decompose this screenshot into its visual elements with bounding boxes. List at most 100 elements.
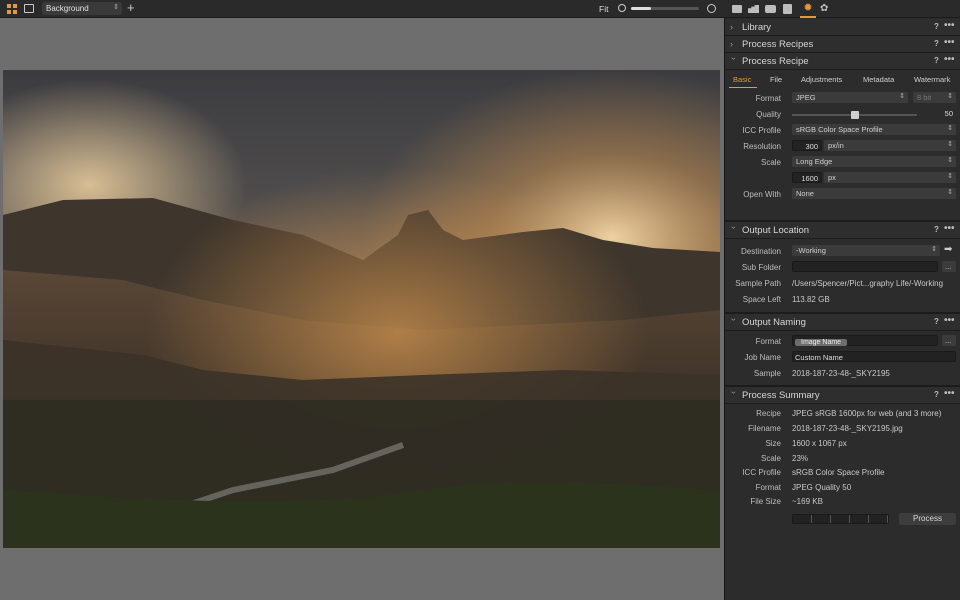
quality-value-field[interactable]: 50: [927, 108, 956, 119]
chevron-updown-icon: ⇕: [947, 93, 953, 100]
icc-profile-label: ICC Profile: [742, 126, 781, 135]
resolution-unit-select[interactable]: px/in ⇕: [824, 140, 956, 151]
more-icon[interactable]: •••: [944, 20, 955, 31]
chevron-down-icon[interactable]: ›: [729, 226, 739, 234]
quality-slider-knob[interactable]: [850, 111, 859, 119]
tab-file[interactable]: File: [770, 75, 782, 84]
checklist-icon[interactable]: [783, 4, 792, 14]
gear-icon[interactable]: ✹: [800, 2, 816, 18]
chevron-down-icon[interactable]: ›: [729, 391, 739, 399]
help-icon[interactable]: ?: [934, 225, 939, 234]
destination-select[interactable]: -Working ⇕: [792, 245, 940, 256]
destination-value: -Working: [796, 246, 826, 255]
help-icon[interactable]: ?: [934, 317, 939, 326]
help-icon[interactable]: ?: [934, 390, 939, 399]
scale-unit-value: px: [828, 173, 836, 182]
summary-icc-label: ICC Profile: [742, 468, 781, 477]
more-icon[interactable]: •••: [944, 37, 955, 48]
icc-profile-select[interactable]: sRGB Color Space Profile ⇕: [792, 124, 956, 135]
naming-format-field[interactable]: Image Name: [792, 335, 938, 346]
bit-depth-value: 8 bit: [917, 93, 932, 102]
section-process-recipe[interactable]: › Process Recipe ? •••: [725, 53, 960, 70]
format-value: JPEG: [796, 93, 816, 102]
format-label: Format: [755, 94, 781, 103]
process-button-label: Process: [913, 514, 942, 523]
section-title: Library: [742, 22, 772, 33]
section-title: Output Naming: [742, 317, 806, 328]
summary-filesize-label: File Size: [750, 497, 781, 506]
destination-label: Destination: [740, 247, 781, 256]
open-with-select[interactable]: None ⇕: [792, 188, 956, 199]
process-button[interactable]: Process: [899, 513, 956, 525]
arrow-right-icon[interactable]: ➡: [944, 244, 952, 255]
image-viewer[interactable]: [0, 18, 723, 600]
section-title: Process Recipe: [742, 56, 809, 67]
summary-scale-label: Scale: [760, 454, 781, 463]
section-title: Output Location: [742, 225, 810, 236]
scale-size-field[interactable]: 1600: [792, 172, 822, 183]
section-process-summary[interactable]: › Process Summary ? •••: [725, 387, 960, 404]
section-output-naming[interactable]: › Output Naming ? •••: [725, 314, 960, 331]
more-icon[interactable]: •••: [944, 388, 955, 399]
tab-basic-underline: [729, 87, 757, 88]
scale-select[interactable]: Long Edge ⇕: [792, 156, 956, 167]
quality-label: Quality: [756, 110, 781, 119]
tab-metadata[interactable]: Metadata: [863, 75, 894, 84]
scale-label: Scale: [760, 158, 781, 167]
more-icon[interactable]: •••: [944, 315, 955, 326]
subfolder-input[interactable]: [792, 261, 938, 272]
resolution-field[interactable]: 300: [792, 140, 822, 151]
bit-depth-select[interactable]: 8 bit ⇕: [913, 92, 956, 103]
chevron-down-icon[interactable]: ›: [729, 57, 739, 65]
image-name-token[interactable]: Image Name: [795, 339, 848, 346]
folder-icon[interactable]: [732, 5, 742, 13]
subfolder-label: Sub Folder: [741, 263, 781, 272]
grid-view-icon[interactable]: [7, 4, 17, 14]
adjust-icon[interactable]: ✿: [820, 3, 828, 15]
naming-sample-label: Sample: [753, 369, 781, 378]
section-process-recipes[interactable]: › Process Recipes ? •••: [725, 36, 960, 53]
resolution-label: Resolution: [743, 142, 781, 151]
subfolder-options-button[interactable]: ...: [942, 261, 956, 272]
summary-format-label: Format: [755, 483, 781, 492]
chevron-down-icon[interactable]: ›: [729, 318, 739, 326]
more-icon[interactable]: •••: [944, 54, 955, 65]
quality-slider[interactable]: [792, 111, 917, 119]
chevron-updown-icon: ⇕: [947, 141, 953, 148]
zoom-out-icon[interactable]: [618, 4, 626, 12]
help-icon[interactable]: ?: [934, 22, 939, 31]
chevron-updown-icon: ⇕: [947, 157, 953, 164]
chevron-right-icon[interactable]: ›: [730, 39, 738, 49]
resolution-value: 300: [805, 142, 818, 151]
summary-size-label: Size: [765, 439, 781, 448]
help-icon[interactable]: ?: [934, 39, 939, 48]
chevron-updown-icon: ⇕: [947, 125, 953, 132]
tab-adjustments[interactable]: Adjustments: [801, 75, 842, 84]
job-name-value: Custom Name: [795, 353, 843, 362]
chevron-right-icon[interactable]: ›: [730, 22, 738, 32]
section-library[interactable]: › Library ? •••: [725, 19, 960, 36]
camera-stack-icon[interactable]: [748, 5, 759, 13]
summary-recipe-label: Recipe: [756, 409, 781, 418]
job-name-field[interactable]: Custom Name: [792, 351, 956, 362]
scale-unit-select[interactable]: px ⇕: [824, 172, 956, 183]
add-layer-icon[interactable]: +: [127, 1, 135, 15]
zoom-label[interactable]: Fit: [599, 4, 608, 14]
layer-select[interactable]: Background ⇕: [42, 2, 122, 15]
section-output-location[interactable]: › Output Location ? •••: [725, 222, 960, 239]
summary-scale-value: 23%: [792, 454, 809, 463]
summary-filename-label: Filename: [748, 424, 781, 433]
icc-profile-value: sRGB Color Space Profile: [796, 125, 883, 134]
tab-watermark[interactable]: Watermark: [914, 75, 950, 84]
single-view-icon[interactable]: [24, 4, 34, 13]
sample-path-label: Sample Path: [735, 279, 781, 288]
zoom-in-icon[interactable]: [707, 4, 716, 13]
help-icon[interactable]: ?: [934, 56, 939, 65]
more-icon[interactable]: •••: [944, 223, 955, 234]
open-with-label: Open With: [743, 190, 781, 199]
tab-basic[interactable]: Basic: [733, 75, 751, 84]
format-select[interactable]: JPEG ⇕: [792, 92, 908, 103]
zoom-slider[interactable]: [631, 7, 699, 10]
naming-options-button[interactable]: ...: [942, 335, 956, 346]
camera-icon[interactable]: [765, 5, 776, 13]
